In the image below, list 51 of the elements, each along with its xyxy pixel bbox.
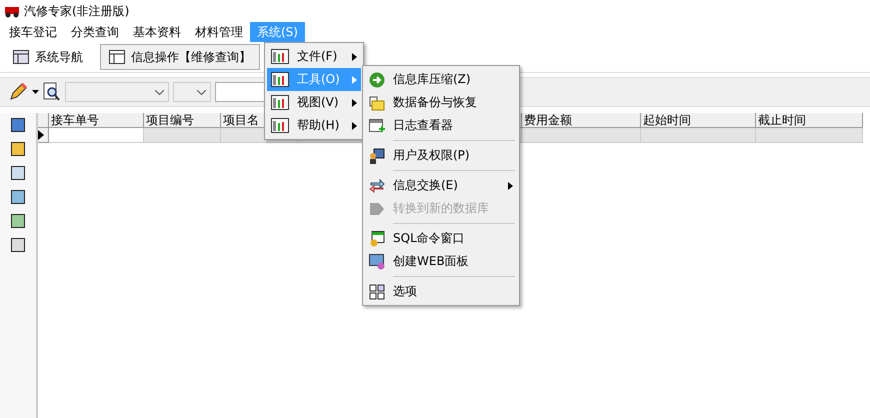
sql-window-icon [369,230,385,246]
menu-item[interactable]: 文件(F) [267,45,361,68]
log-window-icon [369,118,385,134]
submenu-arrow-icon [352,98,357,106]
document-arrow-icon [369,200,385,216]
menu-item[interactable]: 信息交换(E) [365,174,517,197]
column-header[interactable]: 费用金额 [522,113,641,128]
user-computer-icon [369,148,385,164]
row-header[interactable] [38,128,49,143]
window-title: 汽修专家(非注册版) [24,2,130,20]
column-header[interactable]: 接车单号 [49,113,144,128]
dropdown-caret-icon[interactable] [32,90,39,94]
options-grid-icon [369,284,385,300]
row-pointer-icon [38,130,44,140]
arrow-circle-icon [369,72,385,88]
menu-item[interactable]: SQL命令窗口 [365,227,517,250]
table-cell[interactable] [144,128,221,143]
column-header[interactable]: 截止时间 [756,113,863,128]
menu-item[interactable]: 视图(V) [267,91,361,114]
table-cell[interactable] [522,128,641,143]
chevron-down-icon [155,90,164,94]
chevron-down-icon [197,90,206,94]
column-header[interactable]: 项目编号 [144,113,221,128]
menu-item[interactable]: 日志查看器 [365,114,517,137]
menu-item[interactable]: 选项 [365,280,517,303]
exchange-icon [369,178,385,194]
submenu-arrow-icon [508,182,513,190]
menu-item[interactable]: 用户及权限(P) [365,144,517,167]
tab[interactable]: 信息操作【维修查询】 [100,44,260,70]
web-panel-icon [369,254,385,270]
column-header[interactable]: 起始时间 [641,113,756,128]
menu-item[interactable]: 接车登记 [2,22,64,42]
table-cell[interactable] [756,128,863,143]
search-icon[interactable] [43,82,61,102]
dropdown-field[interactable] [65,82,169,102]
submenu-arrow-icon [352,76,357,84]
pencil-icon[interactable] [8,82,28,102]
submenu-arrow-icon [352,52,357,60]
dropdown-field[interactable] [173,82,211,102]
table-cell[interactable] [49,128,144,143]
menu-item[interactable]: 创建WEB面板 [365,250,517,273]
table-cell[interactable] [641,128,756,143]
car-icon [4,4,20,18]
menu-item[interactable]: 信息库压缩(Z) [365,68,517,91]
menu-item[interactable]: 基本资料 [126,22,188,42]
submenu-arrow-icon [352,122,357,130]
menu-item[interactable]: 材料管理 [188,22,250,42]
folder-icon [369,94,385,110]
menu-item[interactable]: 数据备份与恢复 [365,91,517,114]
menu-item[interactable]: 分类查询 [64,22,126,42]
tab[interactable]: 系统导航 [4,44,92,70]
